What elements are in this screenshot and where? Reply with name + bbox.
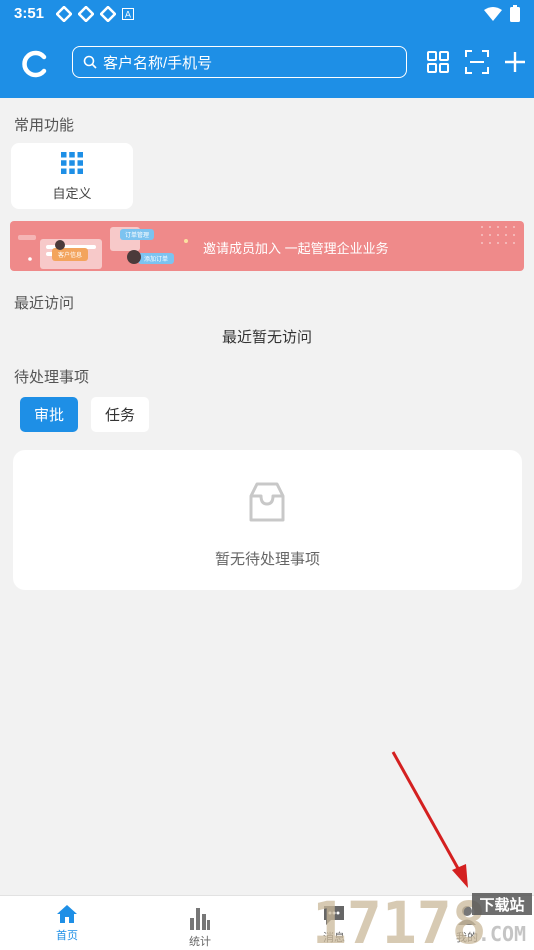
nav-stats[interactable]: 统计 <box>160 904 240 949</box>
custom-label: 自定义 <box>52 185 92 201</box>
pending-empty-card: 暂无待处理事项 <box>13 450 522 590</box>
app-notification-icon <box>78 5 95 22</box>
chart-icon <box>190 908 210 930</box>
custom-function-card[interactable]: 自定义 <box>11 143 133 209</box>
inbox-icon <box>249 482 285 522</box>
banner-tag: 订单管理 <box>125 231 149 239</box>
banner-text: 邀请成员加入 一起管理企业业务 <box>203 241 389 256</box>
section-title-pending: 待处理事项 <box>14 369 90 386</box>
nav-label: 消息 <box>323 932 345 944</box>
bottom-nav: 首页 统计 消息 我的 <box>0 895 534 950</box>
app-logo-icon[interactable] <box>20 49 50 79</box>
message-icon <box>324 906 344 925</box>
grid-dots-icon <box>61 151 83 174</box>
scan-icon[interactable] <box>464 49 490 75</box>
invite-banner[interactable]: 客户信息 订单管理 添加订单 邀请成员加入 一起管理企业业务 <box>10 221 524 271</box>
section-title-common: 常用功能 <box>14 117 75 134</box>
nav-label: 我的 <box>456 932 478 944</box>
recent-empty-text: 最近暂无访问 <box>221 329 312 346</box>
banner-tag: 客户信息 <box>58 251 82 259</box>
app-notification-icon <box>100 5 117 22</box>
search-placeholder: 客户名称/手机号 <box>103 54 213 72</box>
profile-icon <box>458 906 476 925</box>
search-input[interactable]: 客户名称/手机号 <box>72 46 407 78</box>
nav-label: 统计 <box>189 936 211 948</box>
banner-illustration: 客户信息 订单管理 添加订单 <box>18 227 188 269</box>
tab-approval[interactable]: 审批 <box>20 397 78 432</box>
app-notification-icon <box>56 5 73 22</box>
banner-tag: 添加订单 <box>144 255 168 263</box>
a-notification-icon: A <box>122 7 135 20</box>
status-bar: 3:51 A <box>0 0 534 27</box>
notification-icons: A <box>56 5 135 22</box>
section-title-recent: 最近访问 <box>14 295 75 312</box>
battery-icon <box>510 5 520 22</box>
nav-profile[interactable]: 我的 <box>427 904 507 945</box>
nav-message[interactable]: 消息 <box>294 904 374 945</box>
svg-text:A: A <box>125 10 132 20</box>
tab-task[interactable]: 任务 <box>91 397 149 432</box>
wifi-icon <box>484 6 502 21</box>
status-time: 3:51 <box>14 5 45 22</box>
add-icon[interactable] <box>502 49 528 75</box>
banner-dot-pattern <box>481 226 515 244</box>
app-header: 客户名称/手机号 <box>0 27 534 98</box>
pending-empty-text: 暂无待处理事项 <box>214 551 320 568</box>
nav-label: 首页 <box>56 930 78 942</box>
grid-apps-icon[interactable] <box>425 49 451 75</box>
home-icon <box>57 905 77 923</box>
search-icon <box>83 55 97 69</box>
nav-home[interactable]: 首页 <box>27 904 107 943</box>
